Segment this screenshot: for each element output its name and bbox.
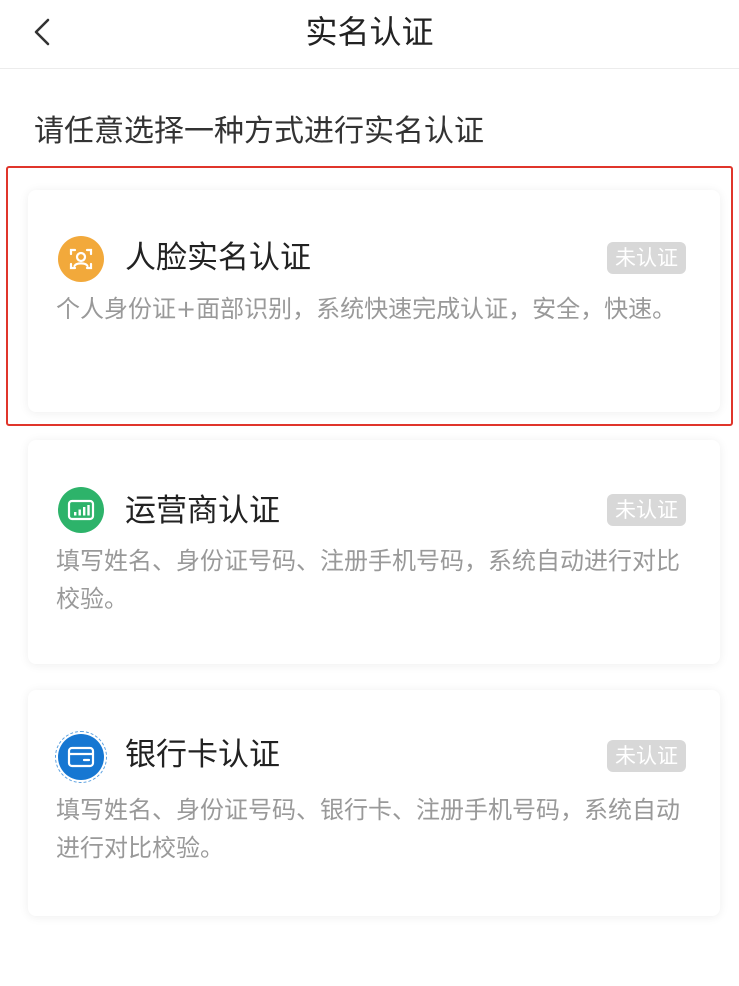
signal-icon (58, 487, 104, 533)
card-title: 运营商认证 (125, 493, 280, 529)
card-description: 填写姓名、身份证号码、注册手机号码，系统自动进行对比校验。 (56, 547, 680, 613)
status-badge: 未认证 (607, 242, 686, 274)
card-description: 填写姓名、身份证号码、银行卡、注册手机号码，系统自动进行对比校验。 (56, 796, 680, 862)
face-verification-card[interactable]: 人脸实名认证 未认证 个人身份证+面部识别，系统快速完成认证，安全，快速。 (28, 190, 720, 412)
face-scan-icon (58, 236, 104, 282)
nav-bar: 实名认证 (0, 0, 739, 69)
instruction-text: 请任意选择一种方式进行实名认证 (34, 114, 484, 149)
card-description: 个人身份证+面部识别，系统快速完成认证，安全，快速。 (56, 295, 677, 323)
carrier-verification-card[interactable]: 运营商认证 未认证 填写姓名、身份证号码、注册手机号码，系统自动进行对比校验。 (28, 440, 720, 664)
card-title: 人脸实名认证 (125, 240, 311, 276)
bank-card-verification-card[interactable]: 银行卡认证 未认证 填写姓名、身份证号码、银行卡、注册手机号码，系统自动进行对比… (28, 690, 720, 916)
status-badge: 未认证 (607, 494, 686, 526)
page-title: 实名认证 (305, 13, 434, 51)
bank-card-icon (55, 731, 107, 783)
card-title: 银行卡认证 (125, 737, 280, 773)
status-badge: 未认证 (607, 740, 686, 772)
